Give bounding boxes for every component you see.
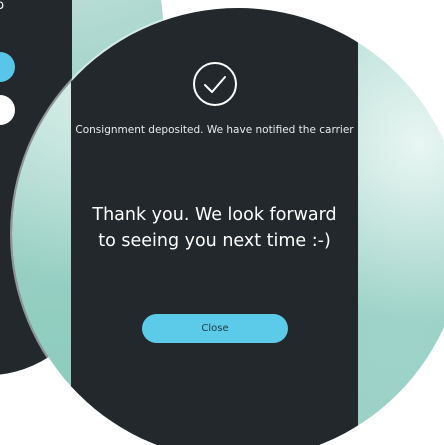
checkmark-circle-icon	[192, 61, 238, 107]
confirmation-dialog: Consignment deposited. We have notified …	[71, 8, 358, 445]
thank-you-message: Thank you. We look forward to seeing you…	[92, 205, 337, 251]
background-partial-text: to	[0, 0, 5, 13]
app-stage: to Consignment deposited. We have notifi…	[0, 0, 444, 445]
foreground-screen: Consignment deposited. We have notified …	[12, 8, 444, 445]
status-message: Consignment deposited. We have notified …	[75, 124, 354, 136]
radio-selected[interactable]	[0, 52, 15, 82]
close-button[interactable]: Close	[142, 314, 288, 343]
radio-unselected[interactable]	[0, 95, 15, 125]
